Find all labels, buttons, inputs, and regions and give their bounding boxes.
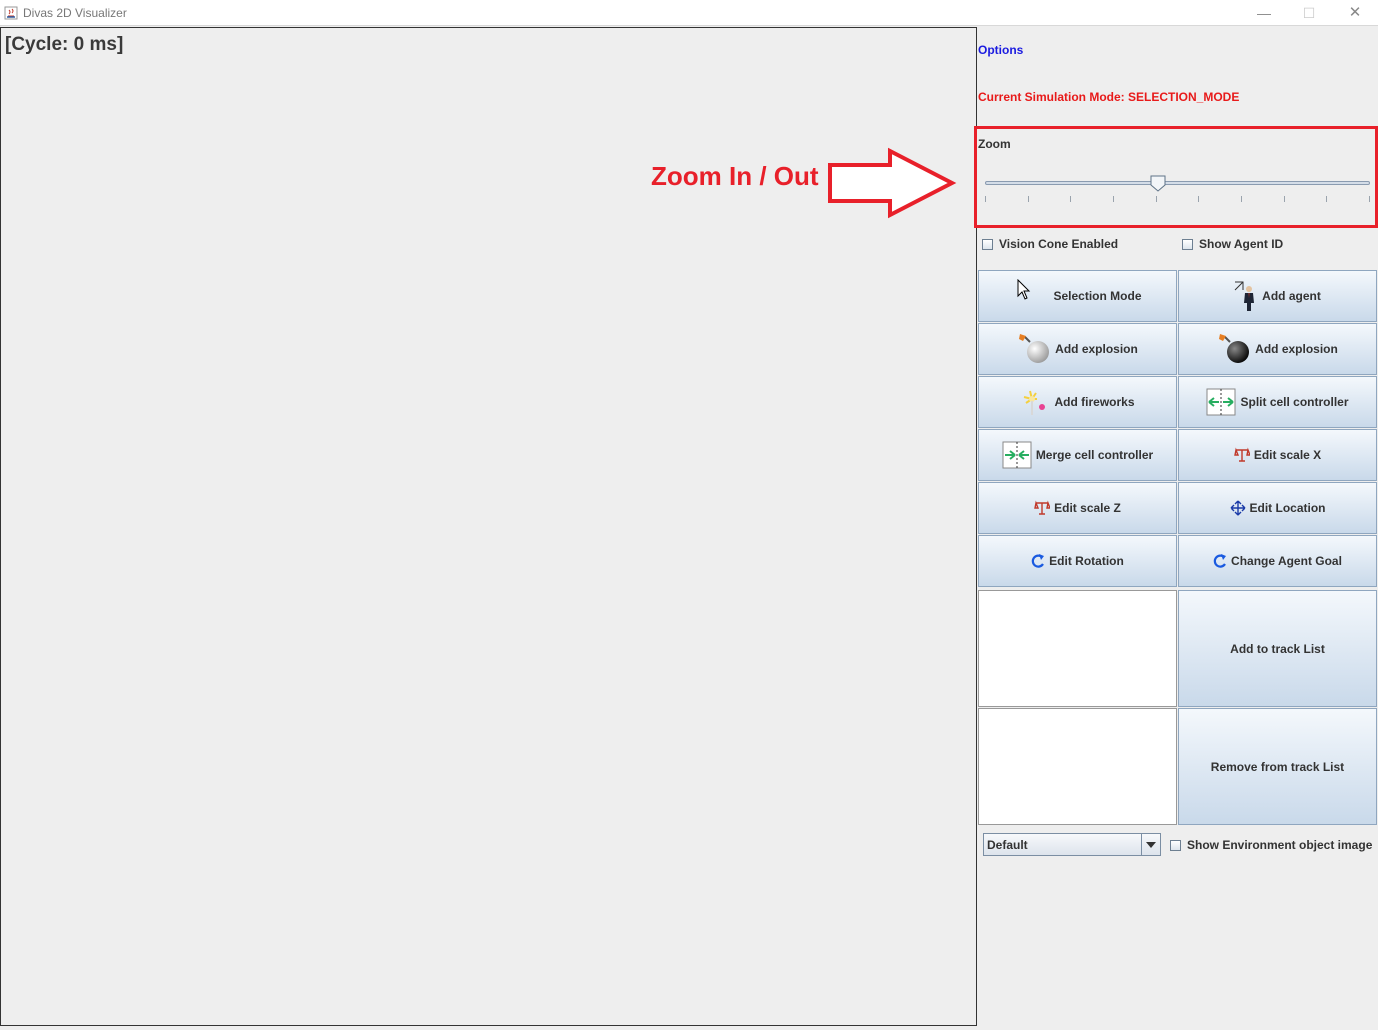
vision-cone-check-box[interactable] — [982, 238, 993, 250]
show-env-image-check-box[interactable] — [1170, 839, 1181, 851]
fireworks-icon — [1020, 387, 1050, 417]
window-title: Divas 2D Visualizer — [23, 6, 127, 20]
show-agent-id-checkbox[interactable]: Show Agent ID — [1182, 237, 1283, 251]
slider-tick — [985, 196, 986, 202]
environment-select-value: Default — [987, 838, 1028, 852]
minimize-button[interactable]: — — [1250, 4, 1278, 22]
add-agent-label: Add agent — [1262, 289, 1321, 303]
rotate-icon — [1213, 553, 1227, 569]
add-explosion-white-button[interactable]: Add explosion — [978, 323, 1177, 375]
merge-icon — [1002, 441, 1032, 469]
add-fireworks-label: Add fireworks — [1054, 395, 1135, 409]
scale-icon — [1034, 500, 1051, 516]
mouse-cursor-icon — [1017, 279, 1031, 300]
chevron-down-icon[interactable] — [1141, 834, 1160, 855]
split-cell-controller-button[interactable]: Split cell controller — [1178, 376, 1377, 428]
add-fireworks-button[interactable]: Add fireworks — [978, 376, 1177, 428]
add-to-track-list-label: Add to track List — [1230, 641, 1325, 656]
callout-arrow-icon — [828, 147, 957, 219]
add-agent-button[interactable]: Add agent — [1178, 270, 1377, 322]
show-env-image-label: Show Environment object image — [1187, 838, 1373, 852]
slider-tick — [1284, 196, 1285, 202]
zoom-slider-thumb[interactable] — [1150, 175, 1166, 192]
zoom-slider-track[interactable] — [985, 181, 1370, 185]
edit-location-button[interactable]: Edit Location — [1178, 482, 1377, 534]
simulation-mode-label: Current Simulation Mode: SELECTION_MODE — [978, 90, 1240, 104]
title-bar: Divas 2D Visualizer — ☐ ✕ — [0, 0, 1378, 26]
slider-tick — [1070, 196, 1071, 202]
add-explosion-black-button[interactable]: Add explosion — [1178, 323, 1377, 375]
show-agent-id-check-box[interactable] — [1182, 238, 1193, 250]
options-label[interactable]: Options — [978, 43, 1023, 57]
remove-from-track-list-button[interactable]: Remove from track List — [1178, 708, 1377, 825]
agent-icon — [1234, 280, 1258, 312]
merge-cell-controller-label: Merge cell controller — [1035, 448, 1154, 462]
tracked-agents-list[interactable] — [978, 708, 1177, 825]
change-agent-goal-button[interactable]: Change Agent Goal — [1178, 535, 1377, 587]
vision-cone-label: Vision Cone Enabled — [999, 237, 1119, 251]
slider-tick — [1326, 196, 1327, 202]
add-explosion-white-label: Add explosion — [1055, 342, 1138, 356]
slider-tick — [1198, 196, 1199, 202]
vision-cone-checkbox[interactable]: Vision Cone Enabled — [982, 237, 1118, 251]
slider-tick — [1369, 196, 1370, 202]
black-bomb-icon — [1217, 333, 1251, 365]
maximize-button[interactable]: ☐ — [1295, 4, 1323, 22]
zoom-highlight-box — [974, 126, 1378, 228]
selection-mode-label: Selection Mode — [1053, 289, 1142, 303]
zoom-callout-text: Zoom In / Out — [651, 161, 819, 191]
edit-scale-x-label: Edit scale X — [1253, 448, 1322, 462]
slider-tick — [1113, 196, 1114, 202]
edit-rotation-button[interactable]: Edit Rotation — [978, 535, 1177, 587]
merge-cell-controller-button[interactable]: Merge cell controller — [978, 429, 1177, 481]
zoom-label: Zoom — [978, 137, 1011, 151]
slider-tick — [1028, 196, 1029, 202]
show-env-image-checkbox[interactable]: Show Environment object image — [1170, 838, 1372, 852]
edit-scale-x-button[interactable]: Edit scale X — [1178, 429, 1377, 481]
cycle-label: [Cycle: 0 ms] — [5, 34, 124, 55]
rotate-icon — [1031, 553, 1045, 569]
move-icon — [1230, 500, 1246, 516]
environment-select[interactable]: Default — [983, 833, 1161, 856]
show-agent-id-label: Show Agent ID — [1199, 237, 1284, 251]
selection-mode-button[interactable]: Selection Mode — [978, 270, 1177, 322]
add-to-track-list-button[interactable]: Add to track List — [1178, 590, 1377, 707]
available-agents-list[interactable] — [978, 590, 1177, 707]
scale-icon — [1233, 447, 1250, 463]
close-button[interactable]: ✕ — [1341, 4, 1369, 22]
split-cell-controller-label: Split cell controller — [1240, 395, 1349, 409]
edit-scale-z-button[interactable]: Edit scale Z — [978, 482, 1177, 534]
edit-rotation-label: Edit Rotation — [1049, 554, 1124, 568]
edit-location-label: Edit Location — [1249, 501, 1326, 515]
white-bomb-icon — [1017, 333, 1051, 365]
add-explosion-black-label: Add explosion — [1255, 342, 1338, 356]
split-icon — [1206, 388, 1236, 416]
change-agent-goal-label: Change Agent Goal — [1231, 554, 1342, 568]
slider-tick — [1156, 196, 1157, 202]
java-app-icon — [4, 6, 18, 20]
edit-scale-z-label: Edit scale Z — [1054, 501, 1121, 515]
slider-tick — [1241, 196, 1242, 202]
remove-from-track-list-label: Remove from track List — [1210, 759, 1345, 774]
